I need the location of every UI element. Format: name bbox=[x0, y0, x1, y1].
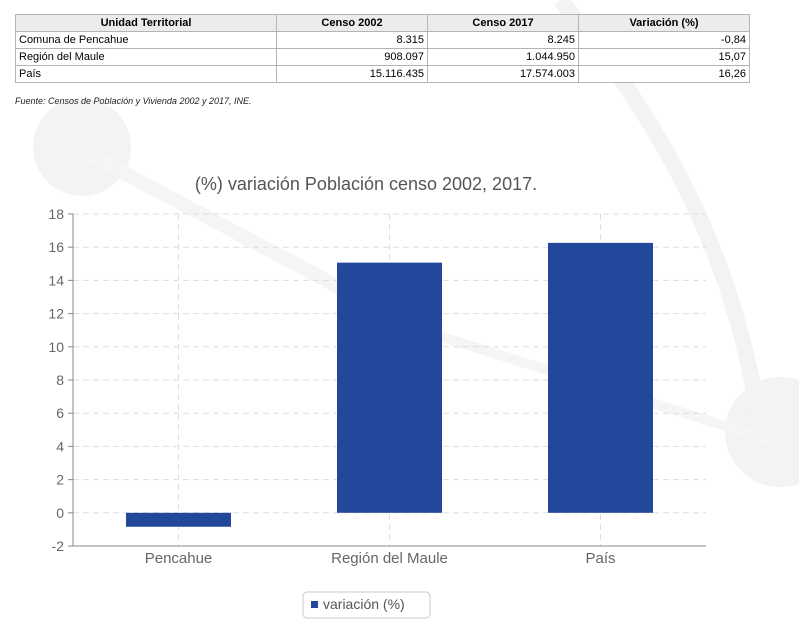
legend[interactable]: variación (%) bbox=[302, 591, 431, 619]
cell-censo-2017: 17.574.003 bbox=[427, 65, 579, 83]
cell-unidad: Comuna de Pencahue bbox=[15, 31, 277, 49]
header-unidad-territorial: Unidad Territorial bbox=[15, 14, 277, 32]
cell-unidad: País bbox=[15, 65, 277, 83]
cell-censo-2002: 908.097 bbox=[276, 48, 428, 66]
cell-censo-2002: 15.116.435 bbox=[276, 65, 428, 83]
legend-label: variación (%) bbox=[323, 596, 405, 612]
y-tick-label: 12 bbox=[48, 306, 64, 322]
y-tick-label: 14 bbox=[48, 272, 64, 288]
y-tick-label: 18 bbox=[48, 206, 64, 222]
header-censo-2017: Censo 2017 bbox=[427, 14, 579, 32]
header-censo-2002: Censo 2002 bbox=[276, 14, 428, 32]
cell-censo-2017: 1.044.950 bbox=[427, 48, 579, 66]
y-tick-label: 2 bbox=[56, 472, 64, 488]
cell-variacion: 16,26 bbox=[578, 65, 750, 83]
x-tick-label: Región del Maule bbox=[331, 550, 448, 567]
y-tick-label: 4 bbox=[56, 438, 64, 454]
table-row: País 15.116.435 17.574.003 16,26 bbox=[15, 65, 750, 83]
bar bbox=[126, 512, 231, 527]
cell-unidad: Región del Maule bbox=[15, 48, 277, 66]
legend-swatch bbox=[311, 601, 318, 608]
table-row: Región del Maule 908.097 1.044.950 15,07 bbox=[15, 48, 750, 66]
cell-variacion: -0,84 bbox=[578, 31, 750, 49]
source-note: Fuente: Censos de Población y Vivienda 2… bbox=[15, 96, 252, 106]
y-tick-label: 0 bbox=[56, 505, 64, 521]
census-table: Unidad Territorial Censo 2002 Censo 2017… bbox=[15, 14, 750, 83]
header-variacion: Variación (%) bbox=[578, 14, 750, 32]
x-tick-label: País bbox=[585, 550, 615, 567]
chart-title: (%) variación Población censo 2002, 2017… bbox=[195, 174, 537, 194]
cell-variacion: 15,07 bbox=[578, 48, 750, 66]
table-row: Comuna de Pencahue 8.315 8.245 -0,84 bbox=[15, 31, 750, 49]
bar bbox=[337, 262, 442, 513]
y-tick-label: 8 bbox=[56, 372, 64, 388]
y-tick-label: 6 bbox=[56, 405, 64, 421]
cell-censo-2002: 8.315 bbox=[276, 31, 428, 49]
bar-chart: (%) variación Población censo 2002, 2017… bbox=[48, 174, 706, 619]
y-tick-label: 10 bbox=[48, 339, 64, 355]
cell-censo-2017: 8.245 bbox=[427, 31, 579, 49]
bars bbox=[126, 242, 653, 527]
bar bbox=[548, 242, 653, 513]
x-tick-label: Pencahue bbox=[145, 550, 213, 567]
y-tick-label: 16 bbox=[48, 239, 64, 255]
table-header-row: Unidad Territorial Censo 2002 Censo 2017… bbox=[15, 14, 750, 32]
y-tick-label: -2 bbox=[52, 538, 65, 554]
